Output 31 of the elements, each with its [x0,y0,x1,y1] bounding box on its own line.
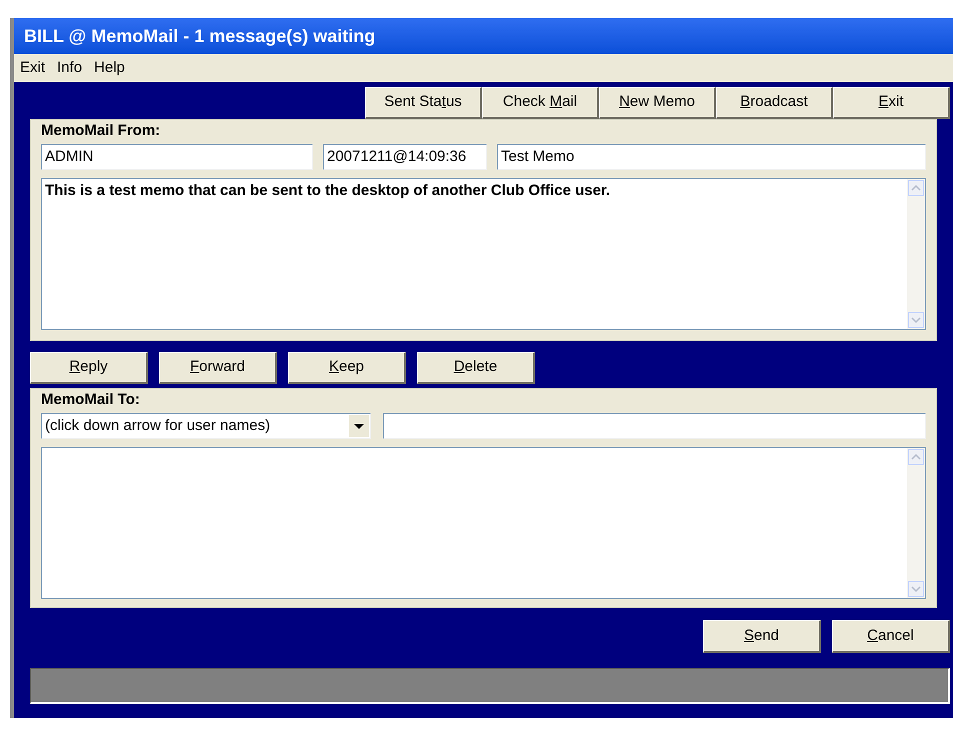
toolbar-button[interactable]: Sent Status [365,87,482,119]
recipient-dropdown[interactable]: (click down arrow for user names) [41,413,371,439]
timestamp-field[interactable]: 20071211@14:09:36 [323,144,487,170]
menu-item[interactable]: Help [94,56,125,80]
toolbar-button[interactable]: New Memo [599,87,716,119]
compose-area[interactable] [41,447,926,599]
footer-button[interactable]: Cancel [832,620,950,653]
message-subject-field[interactable] [383,413,926,439]
subject-field[interactable]: Test Memo [497,144,926,170]
action-button[interactable]: Keep [288,352,406,384]
window-title: BILL @ MemoMail - 1 message(s) waiting [24,24,376,48]
sender-field[interactable]: ADMIN [41,144,313,170]
scroll-up-icon[interactable] [908,449,924,465]
action-button[interactable]: Delete [417,352,535,384]
scroll-up-icon[interactable] [908,180,924,196]
action-button[interactable]: Reply [30,352,148,384]
toolbar-button[interactable]: Exit [833,87,950,119]
toolbar-button[interactable]: Check Mail [482,87,599,119]
action-button[interactable]: Forward [159,352,277,384]
footer-button[interactable]: Send [703,620,821,653]
scrollbar[interactable] [907,448,925,598]
message-text: This is a test memo that can be sent to the desktop of another Club Office user. [44,181,612,201]
scrollbar[interactable] [907,179,925,329]
panel-legend: MemoMail From: [41,122,926,140]
menu-item[interactable]: Exit [20,56,46,80]
message-area[interactable]: This is a test memo that can be sent to the desktop of another Club Office user. [41,178,926,330]
toolbar-button[interactable]: Broadcast [716,87,833,119]
scroll-down-icon[interactable] [908,312,924,328]
panel-legend: MemoMail To: [41,391,926,409]
scroll-down-icon[interactable] [908,581,924,597]
menu-item[interactable]: Info [57,56,82,80]
